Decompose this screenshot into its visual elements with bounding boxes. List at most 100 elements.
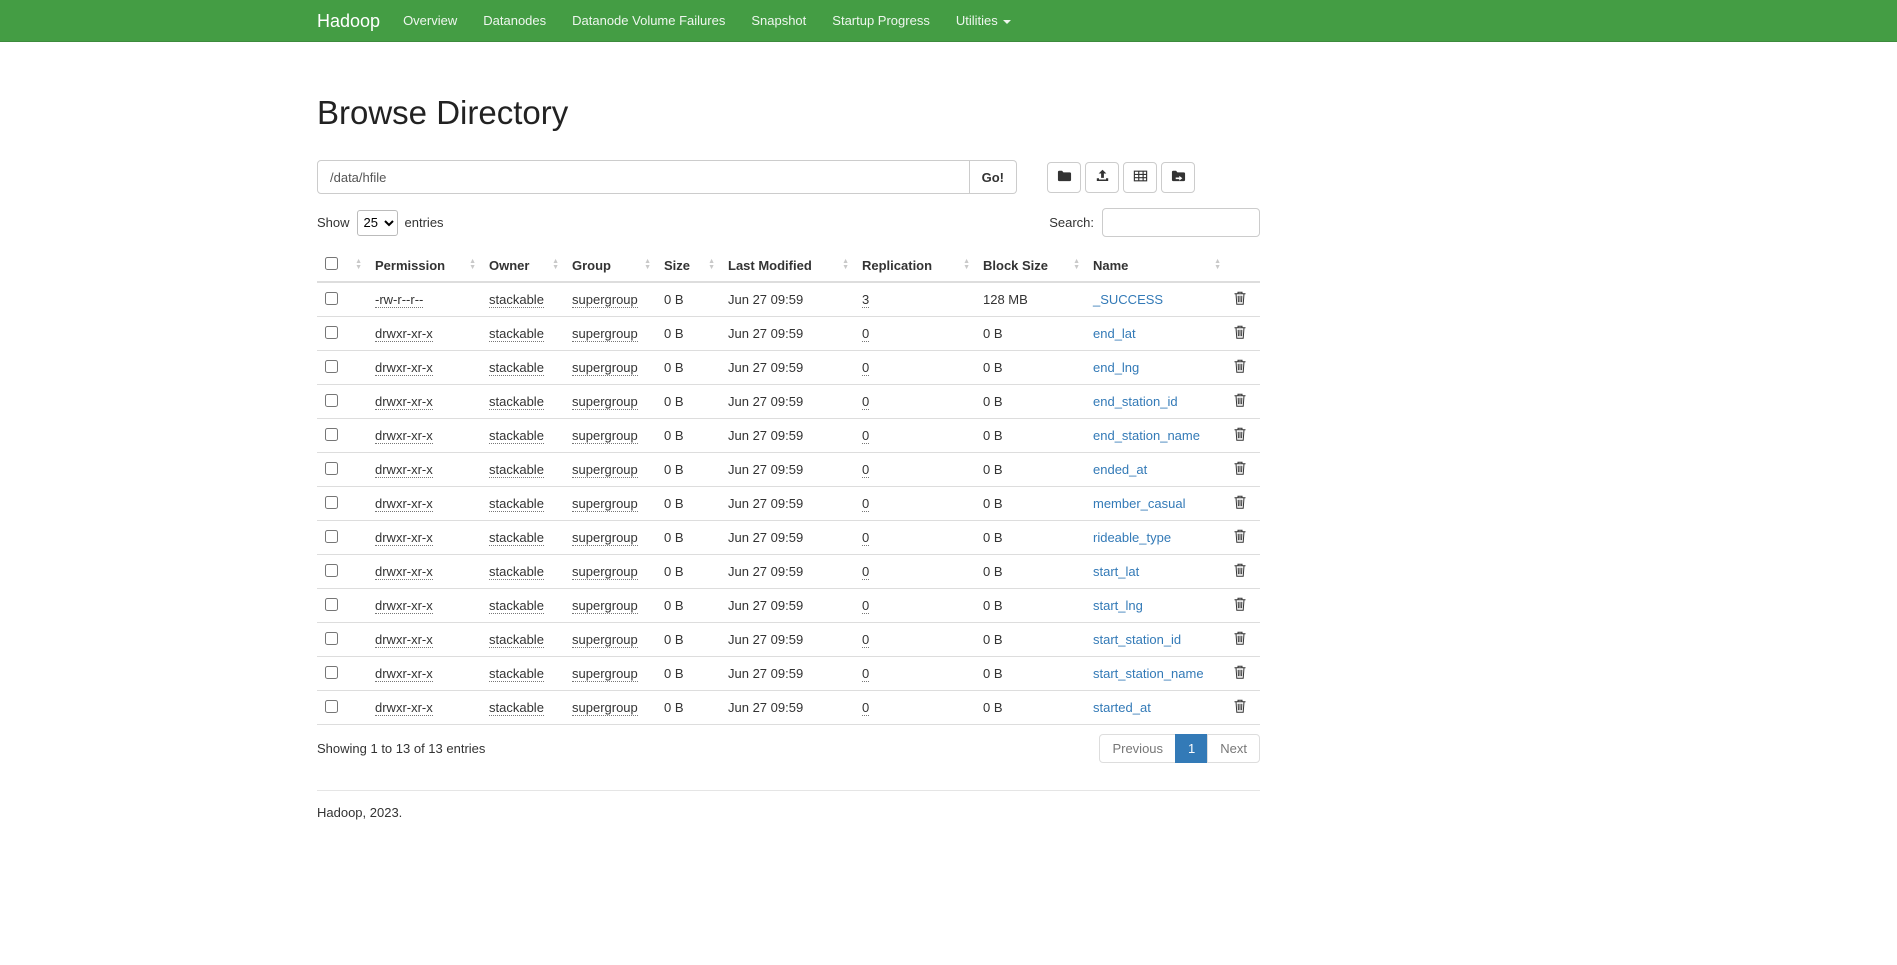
group-value[interactable]: supergroup bbox=[572, 598, 638, 614]
pagination-previous[interactable]: Previous bbox=[1099, 734, 1176, 763]
replication-value[interactable]: 0 bbox=[862, 700, 869, 716]
trash-icon[interactable] bbox=[1234, 393, 1246, 410]
file-link[interactable]: ended_at bbox=[1093, 462, 1147, 477]
file-link[interactable]: end_station_id bbox=[1093, 394, 1178, 409]
table-view-button[interactable] bbox=[1123, 162, 1157, 193]
owner-value[interactable]: stackable bbox=[489, 530, 544, 546]
column-header-size[interactable]: Size ▲▼ bbox=[656, 249, 720, 282]
row-checkbox[interactable] bbox=[325, 666, 338, 679]
file-link[interactable]: _SUCCESS bbox=[1093, 292, 1163, 307]
trash-icon[interactable] bbox=[1234, 359, 1246, 376]
trash-icon[interactable] bbox=[1234, 665, 1246, 682]
row-checkbox[interactable] bbox=[325, 394, 338, 407]
replication-value[interactable]: 0 bbox=[862, 394, 869, 410]
file-link[interactable]: end_station_name bbox=[1093, 428, 1200, 443]
row-checkbox[interactable] bbox=[325, 632, 338, 645]
group-value[interactable]: supergroup bbox=[572, 700, 638, 716]
group-value[interactable]: supergroup bbox=[572, 496, 638, 512]
file-link[interactable]: start_station_id bbox=[1093, 632, 1181, 647]
row-checkbox[interactable] bbox=[325, 530, 338, 543]
column-header-group[interactable]: Group ▲▼ bbox=[564, 249, 656, 282]
row-checkbox[interactable] bbox=[325, 564, 338, 577]
file-link[interactable]: end_lng bbox=[1093, 360, 1139, 375]
trash-icon[interactable] bbox=[1234, 427, 1246, 444]
pagination-page-1[interactable]: 1 bbox=[1175, 734, 1208, 763]
replication-value[interactable]: 0 bbox=[862, 326, 869, 342]
trash-icon[interactable] bbox=[1234, 699, 1246, 716]
replication-value[interactable]: 0 bbox=[862, 666, 869, 682]
permission-value[interactable]: -rw-r--r-- bbox=[375, 292, 423, 308]
replication-value[interactable]: 0 bbox=[862, 530, 869, 546]
owner-value[interactable]: stackable bbox=[489, 394, 544, 410]
owner-value[interactable]: stackable bbox=[489, 360, 544, 376]
group-value[interactable]: supergroup bbox=[572, 462, 638, 478]
group-value[interactable]: supergroup bbox=[572, 632, 638, 648]
column-header-permission[interactable]: Permission ▲▼ bbox=[367, 249, 481, 282]
trash-icon[interactable] bbox=[1234, 495, 1246, 512]
owner-value[interactable]: stackable bbox=[489, 326, 544, 342]
trash-icon[interactable] bbox=[1234, 597, 1246, 614]
go-button[interactable]: Go! bbox=[970, 160, 1017, 194]
create-directory-button[interactable] bbox=[1047, 162, 1081, 193]
file-link[interactable]: start_lng bbox=[1093, 598, 1143, 613]
nav-item-utilities[interactable]: Utilities bbox=[943, 0, 1024, 41]
nav-item-overview[interactable]: Overview bbox=[390, 0, 470, 41]
nav-item-snapshot[interactable]: Snapshot bbox=[738, 0, 819, 41]
column-header-last-modified[interactable]: Last Modified ▲▼ bbox=[720, 249, 854, 282]
select-all-checkbox[interactable] bbox=[325, 257, 338, 270]
group-value[interactable]: supergroup bbox=[572, 666, 638, 682]
nav-item-startup-progress[interactable]: Startup Progress bbox=[819, 0, 943, 41]
replication-value[interactable]: 0 bbox=[862, 462, 869, 478]
row-checkbox[interactable] bbox=[325, 462, 338, 475]
permission-value[interactable]: drwxr-xr-x bbox=[375, 428, 433, 444]
group-value[interactable]: supergroup bbox=[572, 326, 638, 342]
file-link[interactable]: start_lat bbox=[1093, 564, 1139, 579]
permission-value[interactable]: drwxr-xr-x bbox=[375, 700, 433, 716]
file-link[interactable]: started_at bbox=[1093, 700, 1151, 715]
file-link[interactable]: start_station_name bbox=[1093, 666, 1204, 681]
upload-file-button[interactable] bbox=[1085, 162, 1119, 193]
owner-value[interactable]: stackable bbox=[489, 428, 544, 444]
row-checkbox[interactable] bbox=[325, 360, 338, 373]
trash-icon[interactable] bbox=[1234, 563, 1246, 580]
move-file-button[interactable] bbox=[1161, 162, 1195, 193]
replication-value[interactable]: 0 bbox=[862, 632, 869, 648]
path-input[interactable] bbox=[317, 160, 970, 194]
column-header-owner[interactable]: Owner ▲▼ bbox=[481, 249, 564, 282]
permission-value[interactable]: drwxr-xr-x bbox=[375, 564, 433, 580]
owner-value[interactable]: stackable bbox=[489, 462, 544, 478]
column-header-block-size[interactable]: Block Size ▲▼ bbox=[975, 249, 1085, 282]
replication-value[interactable]: 0 bbox=[862, 598, 869, 614]
row-checkbox[interactable] bbox=[325, 496, 338, 509]
group-value[interactable]: supergroup bbox=[572, 360, 638, 376]
permission-value[interactable]: drwxr-xr-x bbox=[375, 598, 433, 614]
owner-value[interactable]: stackable bbox=[489, 564, 544, 580]
row-checkbox[interactable] bbox=[325, 326, 338, 339]
pagination-next[interactable]: Next bbox=[1207, 734, 1260, 763]
file-link[interactable]: rideable_type bbox=[1093, 530, 1171, 545]
column-header-name[interactable]: Name ▲▼ bbox=[1085, 249, 1226, 282]
page-size-select[interactable]: 25 bbox=[357, 210, 398, 236]
replication-value[interactable]: 0 bbox=[862, 360, 869, 376]
file-link[interactable]: end_lat bbox=[1093, 326, 1136, 341]
search-input[interactable] bbox=[1102, 208, 1260, 237]
group-value[interactable]: supergroup bbox=[572, 530, 638, 546]
trash-icon[interactable] bbox=[1234, 631, 1246, 648]
replication-value[interactable]: 3 bbox=[862, 292, 869, 308]
owner-value[interactable]: stackable bbox=[489, 496, 544, 512]
file-link[interactable]: member_casual bbox=[1093, 496, 1186, 511]
row-checkbox[interactable] bbox=[325, 428, 338, 441]
replication-value[interactable]: 0 bbox=[862, 564, 869, 580]
owner-value[interactable]: stackable bbox=[489, 598, 544, 614]
row-checkbox[interactable] bbox=[325, 598, 338, 611]
permission-value[interactable]: drwxr-xr-x bbox=[375, 462, 433, 478]
row-checkbox[interactable] bbox=[325, 292, 338, 305]
group-value[interactable]: supergroup bbox=[572, 292, 638, 308]
permission-value[interactable]: drwxr-xr-x bbox=[375, 530, 433, 546]
trash-icon[interactable] bbox=[1234, 461, 1246, 478]
owner-value[interactable]: stackable bbox=[489, 700, 544, 716]
permission-value[interactable]: drwxr-xr-x bbox=[375, 632, 433, 648]
group-value[interactable]: supergroup bbox=[572, 428, 638, 444]
permission-value[interactable]: drwxr-xr-x bbox=[375, 394, 433, 410]
trash-icon[interactable] bbox=[1234, 529, 1246, 546]
